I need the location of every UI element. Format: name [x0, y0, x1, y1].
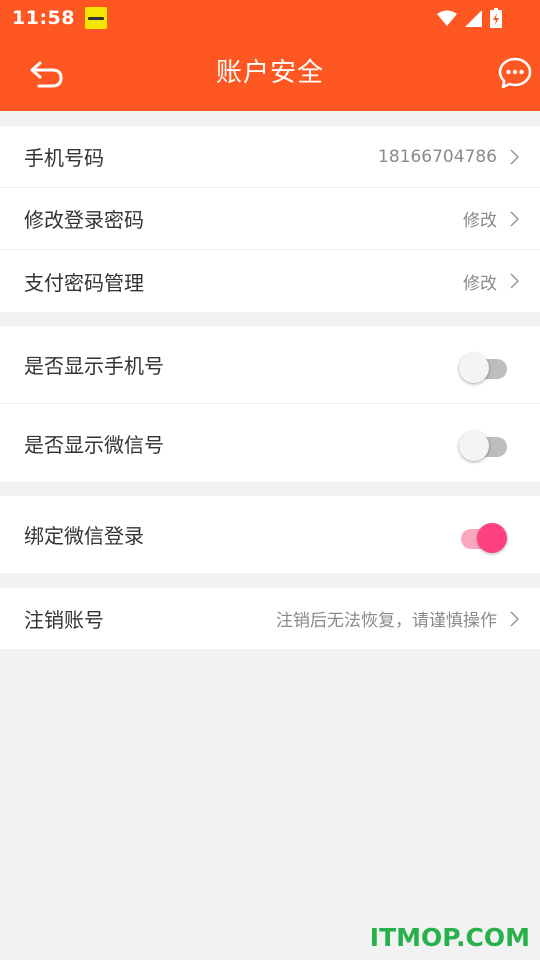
row-delete-account[interactable]: 注销账号 注销后无法恢复，请谨慎操作 [0, 588, 540, 649]
row-label: 是否显示手机号 [24, 354, 164, 378]
privacy-group: 是否显示手机号 是否显示微信号 [0, 326, 540, 482]
delete-account-group: 注销账号 注销后无法恢复，请谨慎操作 [0, 588, 540, 649]
show-wechat-toggle[interactable] [459, 428, 507, 461]
row-label: 是否显示微信号 [24, 432, 164, 457]
row-label: 手机号码 [24, 146, 104, 170]
message-icon[interactable] [498, 56, 532, 90]
app-bar: 账户安全 [0, 36, 540, 111]
signal-icon [465, 9, 482, 27]
wechat-login-group: 绑定微信登录 [0, 496, 540, 573]
chevron-right-icon [510, 210, 520, 227]
status-time: 11:58 [12, 7, 75, 29]
row-value: 注销后无法恢复，请谨慎操作 [276, 611, 497, 631]
status-bar: 11:58 [0, 0, 540, 36]
row-label: 支付密码管理 [24, 270, 144, 295]
row-show-wechat: 是否显示微信号 [0, 404, 540, 482]
row-bind-wechat-login: 绑定微信登录 [0, 496, 540, 573]
row-value: 修改 [463, 211, 497, 231]
status-icons [437, 8, 502, 28]
row-value: 修改 [463, 273, 497, 294]
watermark: ITMOP.COM [369, 923, 530, 952]
chevron-right-icon [510, 610, 520, 627]
row-payment-password[interactable]: 支付密码管理 修改 [0, 250, 540, 312]
row-show-phone: 是否显示手机号 [0, 326, 540, 404]
page-title: 账户安全 [215, 58, 324, 88]
wifi-icon [437, 10, 457, 26]
row-value: 18166704786 [378, 146, 497, 167]
row-label: 注销账号 [24, 608, 104, 632]
chevron-right-icon [510, 273, 520, 289]
show-phone-toggle[interactable] [459, 350, 507, 383]
row-label: 修改登录密码 [24, 208, 144, 232]
account-info-group: 手机号码 18166704786 修改登录密码 修改 支付密码管理 修改 [0, 126, 540, 312]
battery-icon [490, 8, 502, 28]
bind-wechat-toggle[interactable] [461, 520, 507, 553]
row-change-login-password[interactable]: 修改登录密码 修改 [0, 188, 540, 250]
row-phone-number[interactable]: 手机号码 18166704786 [0, 126, 540, 188]
chevron-right-icon [510, 148, 520, 165]
row-label: 绑定微信登录 [24, 524, 144, 548]
notification-icon [84, 7, 107, 29]
